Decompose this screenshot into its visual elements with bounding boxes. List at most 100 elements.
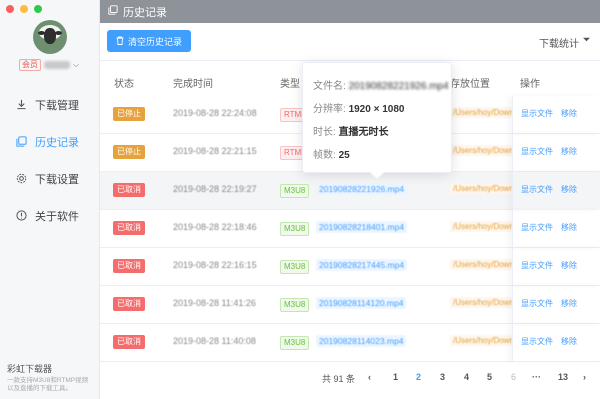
avatar[interactable] <box>33 20 67 54</box>
storage-location: /Users/hoy/Downloads <box>450 297 512 308</box>
completion-time: 2019-08-28 22:21:15 <box>173 146 257 156</box>
file-info-popover: 文件名: 20190828221926.mp4 分辨率: 1920 × 1080… <box>302 62 452 181</box>
history-icon <box>108 5 118 18</box>
storage-location: /Users/hoy/Downloads <box>450 145 512 156</box>
completion-time: 2019-08-28 22:18:46 <box>173 222 257 232</box>
remove-link[interactable]: 移除 <box>561 222 577 233</box>
file-name-link[interactable]: 20190828217445.mp4 <box>316 259 408 271</box>
row-actions: 显示文件 移除 <box>512 134 600 172</box>
completion-time: 2019-08-28 11:40:08 <box>173 336 256 346</box>
storage-location: /Users/hoy/Downloads <box>450 259 512 270</box>
status-badge: 已停止 <box>113 145 145 159</box>
download-icon <box>15 99 27 111</box>
popover-resolution-line: 分辨率: 1920 × 1080 <box>313 100 404 115</box>
column-header-status: 状态 <box>114 79 134 90</box>
duration-value: 直播无时长 <box>338 127 389 138</box>
show-file-link[interactable]: 显示文件 <box>521 184 553 195</box>
page-button-13[interactable]: 13 <box>558 372 568 382</box>
file-name-link[interactable]: 20190828114120.mp4 <box>316 297 407 309</box>
download-stats-dropdown[interactable]: 下载统计 <box>539 35 590 50</box>
file-name-link[interactable]: 20190828218401.mp4 <box>316 221 408 233</box>
page-button-2[interactable]: 2 <box>416 372 421 382</box>
clear-history-button[interactable]: 清空历史记录 <box>107 30 192 52</box>
clear-history-label: 清空历史记录 <box>128 36 183 47</box>
minimize-window-button[interactable] <box>20 5 28 13</box>
duration-label: 时长: <box>313 127 336 138</box>
sidebar-item-about[interactable]: 关于软件 <box>0 197 100 234</box>
table-row: 已取消 2019-08-28 11:40:08 M3U8 20190828114… <box>100 324 600 362</box>
sidebar-nav: 下载管理 历史记录 下载设置 关于软件 <box>0 86 100 234</box>
row-actions: 显示文件 移除 <box>512 248 600 286</box>
status-badge: 已取消 <box>113 183 145 197</box>
table-row: 已取消 2019-08-28 22:16:15 M3U8 20190828217… <box>100 248 600 286</box>
type-badge: M3U8 <box>280 184 310 198</box>
show-file-link[interactable]: 显示文件 <box>521 298 553 309</box>
pagination: 共 91 条 ‹ 1 2 3 4 5 6 ··· 13 › <box>100 372 600 392</box>
completion-time: 2019-08-28 22:19:27 <box>173 184 257 194</box>
close-window-button[interactable] <box>6 5 14 13</box>
remove-link[interactable]: 移除 <box>561 146 577 157</box>
page-button-5[interactable]: 5 <box>487 372 492 382</box>
row-actions: 显示文件 移除 <box>512 210 600 248</box>
row-actions: 显示文件 移除 <box>512 286 600 324</box>
next-page-button[interactable]: › <box>583 372 586 382</box>
page-button-4[interactable]: 4 <box>464 372 469 382</box>
prev-page-button[interactable]: ‹ <box>368 372 371 382</box>
show-file-link[interactable]: 显示文件 <box>521 108 553 119</box>
sidebar-item-label: 下载管理 <box>35 99 79 112</box>
remove-link[interactable]: 移除 <box>561 184 577 195</box>
history-icon <box>15 136 27 148</box>
resolution-value: 1920 × 1080 <box>348 104 405 115</box>
status-badge: 已停止 <box>113 107 145 121</box>
column-header-actions: 操作 <box>520 79 540 90</box>
show-file-link[interactable]: 显示文件 <box>521 336 553 347</box>
zoom-window-button[interactable] <box>34 5 42 13</box>
pagination-total: 共 91 条 <box>322 374 356 384</box>
show-file-link[interactable]: 显示文件 <box>521 146 553 157</box>
remove-link[interactable]: 移除 <box>561 298 577 309</box>
username <box>44 61 70 69</box>
remove-link[interactable]: 移除 <box>561 108 577 119</box>
toolbar: 清空历史记录 下载统计 <box>100 23 600 61</box>
chevron-down-icon[interactable]: ⌵ <box>73 60 79 70</box>
page-ellipsis[interactable]: ··· <box>532 372 541 382</box>
table-row: 已取消 2019-08-28 11:41:26 M3U8 20190828114… <box>100 286 600 324</box>
download-stats-label: 下载统计 <box>539 39 579 50</box>
user-menu[interactable]: 会员 ⌵ <box>19 59 79 71</box>
filename-value: 20190828221926.mp4 <box>348 81 449 92</box>
sidebar-item-download-settings[interactable]: 下载设置 <box>0 160 100 197</box>
popover-filename-line: 文件名: 20190828221926.mp4 <box>313 77 449 92</box>
remove-link[interactable]: 移除 <box>561 260 577 271</box>
show-file-link[interactable]: 显示文件 <box>521 222 553 233</box>
storage-location: /Users/hoy/Downloads <box>450 107 512 118</box>
page-button-3[interactable]: 3 <box>440 372 445 382</box>
file-name-link[interactable]: 20190828114023.mp4 <box>316 335 407 347</box>
column-header-location: 存放位置 <box>450 79 490 90</box>
table-row: 已取消 2019-08-28 22:19:27 M3U8 20190828221… <box>100 172 600 210</box>
info-icon <box>15 210 27 222</box>
sidebar-item-download-manager[interactable]: 下载管理 <box>0 86 100 123</box>
page-button-1[interactable]: 1 <box>393 372 398 382</box>
sidebar-item-history[interactable]: 历史记录 <box>0 123 100 160</box>
popover-fps-line: 帧数: 25 <box>313 146 350 161</box>
row-actions: 显示文件 移除 <box>512 96 600 134</box>
status-badge: 已取消 <box>113 221 145 235</box>
window-controls <box>6 5 42 13</box>
status-badge: 已取消 <box>113 335 145 349</box>
remove-link[interactable]: 移除 <box>561 336 577 347</box>
storage-location: /Users/hoy/Downloads <box>450 335 512 346</box>
completion-time: 2019-08-28 22:16:15 <box>173 260 257 270</box>
status-badge: 已取消 <box>113 297 145 311</box>
app-description-line2: 以及直播的下载工具。 <box>7 385 72 392</box>
file-name-link[interactable]: 20190828221926.mp4 <box>316 183 408 195</box>
sidebar-item-label: 下载设置 <box>35 173 79 186</box>
row-actions: 显示文件 移除 <box>512 324 600 362</box>
sidebar: 会员 ⌵ 下载管理 历史记录 下载设置 关于软件 彩虹下载器 一款支持M3U8和… <box>0 0 100 399</box>
app-description-line1: 一款支持M3U8和RTMP视频 <box>7 377 89 384</box>
fps-label: 帧数: <box>313 150 336 161</box>
type-badge: M3U8 <box>280 260 310 274</box>
show-file-link[interactable]: 显示文件 <box>521 260 553 271</box>
page-button-6[interactable]: 6 <box>511 372 516 382</box>
caret-down-icon <box>583 35 590 50</box>
type-badge: M3U8 <box>280 298 310 312</box>
